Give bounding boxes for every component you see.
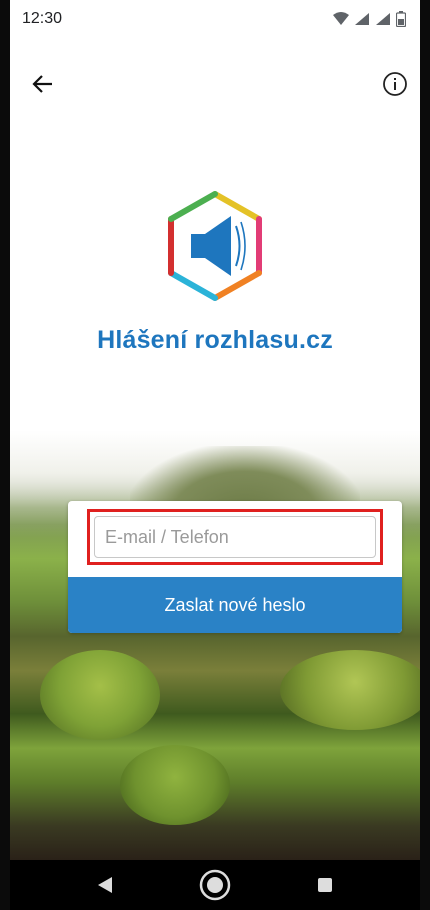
- status-icons: [333, 11, 406, 27]
- system-navigation-bar: [10, 860, 420, 910]
- home-circle-icon: [199, 869, 231, 901]
- info-button[interactable]: [380, 69, 410, 99]
- trees-right-background: [280, 650, 420, 730]
- app-bar: [10, 62, 420, 106]
- back-button[interactable]: [28, 69, 58, 99]
- nav-recents-button[interactable]: [305, 865, 345, 905]
- trees-mid-background: [120, 745, 230, 825]
- wifi-icon: [333, 12, 349, 25]
- status-time: 12:30: [22, 10, 63, 27]
- recents-square-icon: [318, 878, 332, 892]
- speaker-hexagon-logo-icon: [168, 191, 262, 301]
- battery-icon: [396, 11, 406, 27]
- signal-roaming-icon: [355, 13, 369, 25]
- signal-icon: [376, 13, 390, 25]
- send-new-password-button[interactable]: Zaslat nové heslo: [68, 577, 402, 633]
- back-triangle-icon: [98, 877, 112, 893]
- info-icon: [383, 72, 407, 96]
- input-highlight-outline: [87, 509, 383, 565]
- nav-home-button[interactable]: [195, 865, 235, 905]
- nav-back-button[interactable]: [85, 865, 125, 905]
- arrow-left-icon: [32, 75, 52, 93]
- app-screen: 12:30 Hlášení rozhlasu.cz E-mail / Telef…: [0, 0, 430, 910]
- trees-left-background: [40, 650, 160, 740]
- email-phone-input[interactable]: [94, 516, 376, 558]
- password-reset-card: Zaslat nové heslo: [68, 501, 402, 633]
- app-logo: [10, 190, 420, 302]
- status-bar: 12:30: [10, 0, 420, 38]
- app-title: Hlášení rozhlasu.cz: [97, 326, 333, 354]
